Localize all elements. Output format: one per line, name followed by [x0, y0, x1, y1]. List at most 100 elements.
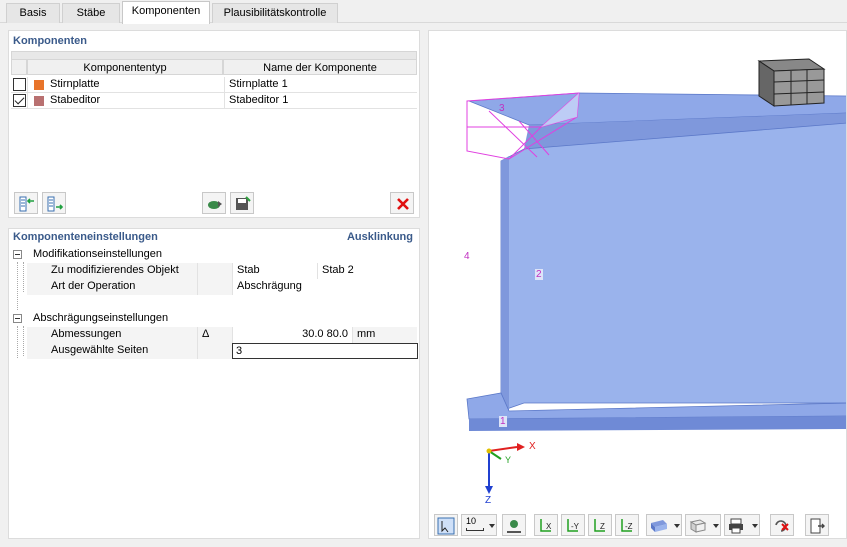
- tab-staebe[interactable]: Stäbe: [62, 3, 120, 23]
- name-cell: Stabeditor 1: [225, 93, 417, 109]
- group-label: Abschrägungseinstellungen: [33, 312, 169, 324]
- print-dropdown[interactable]: [724, 514, 760, 536]
- delete-component-button[interactable]: [390, 192, 414, 214]
- transparency-dropdown[interactable]: [685, 514, 721, 536]
- component-type: Stirnplatte: [50, 78, 100, 90]
- setting-row[interactable]: Ausgewählte Seiten 3: [27, 343, 418, 359]
- setting-row[interactable]: Abmessungen Δ 30.0 80.0 mm: [27, 327, 417, 343]
- setting-row[interactable]: Art der Operation Abschrägung: [27, 279, 417, 295]
- tab-basis[interactable]: Basis: [6, 3, 60, 23]
- member-label-2: 2: [535, 269, 543, 280]
- 3d-viewport[interactable]: 3 4 2 1 X Y Z: [428, 30, 847, 539]
- node-label-1: 1: [499, 416, 507, 427]
- web-edge: [501, 156, 509, 411]
- group-chamfer-settings[interactable]: Abschrägungseinstellungen: [9, 311, 419, 327]
- tab-label: Basis: [19, 7, 47, 19]
- move-out-icon: [47, 196, 64, 212]
- view-x-button[interactable]: X: [534, 514, 558, 536]
- collapse-icon[interactable]: [13, 250, 22, 259]
- view-minus-y-button[interactable]: -Y: [561, 514, 585, 536]
- group-modification-settings[interactable]: Modifikationseinstellungen: [9, 247, 419, 263]
- view-settings-button[interactable]: [502, 514, 526, 536]
- axis-x-label: X: [529, 441, 536, 452]
- reset-icon: [775, 520, 789, 532]
- setting-unit: mm: [352, 327, 417, 343]
- beam-model: [466, 58, 846, 494]
- setting-label: Abmessungen: [51, 328, 122, 340]
- component-checkbox[interactable]: [13, 94, 26, 107]
- chevron-down-icon: [674, 524, 680, 528]
- view-z-icon: Z: [594, 519, 605, 532]
- setting-label: Ausgewählte Seiten: [51, 344, 149, 356]
- view-minus-y-icon: -Y: [567, 519, 580, 532]
- value-cell[interactable]: Stab Stab 2: [232, 263, 417, 279]
- solid-model-icon: [651, 520, 667, 532]
- save-icon: [236, 196, 251, 210]
- view-x-icon: X: [540, 519, 552, 532]
- settings-title: Komponenteneinstellungen: [13, 231, 158, 243]
- component-color-swatch: [34, 80, 44, 90]
- component-name: Stirnplatte 1: [229, 78, 288, 90]
- setting-value[interactable]: 30.0 80.0: [232, 327, 352, 343]
- view-minus-z-icon: -Z: [621, 519, 633, 532]
- table-row[interactable]: Stirnplatte Stirnplatte 1: [11, 77, 417, 93]
- tab-label: Plausibilitätskontrolle: [223, 7, 327, 19]
- tree-line: [17, 326, 18, 358]
- move-up-button[interactable]: [14, 192, 38, 214]
- collapse-icon[interactable]: [13, 314, 22, 323]
- axis-gizmo: [485, 443, 525, 494]
- component-checkbox[interactable]: [13, 78, 26, 91]
- load-icon: [208, 201, 222, 209]
- node-label-3: 3: [499, 103, 505, 114]
- setting-value: Abschrägung: [237, 280, 302, 292]
- header-check-column: [11, 59, 27, 75]
- view-z-button[interactable]: Z: [588, 514, 612, 536]
- move-down-button[interactable]: [42, 192, 66, 214]
- tab-bar: Basis Stäbe Komponenten Plausibilitätsko…: [0, 0, 847, 24]
- symbol-cell: [197, 263, 198, 279]
- eye-icon: [507, 520, 521, 533]
- chevron-down-icon: [489, 524, 495, 528]
- tab-komponenten[interactable]: Komponenten: [122, 1, 210, 24]
- symbol-cell: [197, 343, 198, 359]
- type-cell: Stirnplatte: [27, 77, 225, 93]
- component-color-swatch: [34, 96, 44, 106]
- save-component-button[interactable]: [230, 192, 254, 214]
- zoom-level-dropdown[interactable]: 10: [461, 514, 497, 536]
- view-minus-z-button[interactable]: -Z: [615, 514, 639, 536]
- svg-text:X: X: [546, 522, 552, 531]
- table-row[interactable]: Stabeditor Stabeditor 1: [11, 93, 417, 109]
- viewport-toolbar: 10 X -Y Z -Z: [428, 512, 847, 540]
- settings-operation-type: Ausklinkung: [346, 231, 413, 243]
- exit-icon: [810, 518, 825, 534]
- wireframe-box-icon: [689, 519, 707, 533]
- components-title: Komponenten: [13, 35, 87, 47]
- view-cube-icon[interactable]: [757, 58, 826, 107]
- move-in-icon: [19, 196, 34, 212]
- selected-sides-input[interactable]: 3: [232, 343, 418, 359]
- select-mode-button[interactable]: [434, 514, 458, 536]
- setting-label: Zu modifizierendes Objekt: [51, 264, 179, 276]
- scale-icon: [466, 528, 484, 531]
- exit-view-button[interactable]: [805, 514, 829, 536]
- delete-icon: [397, 198, 409, 210]
- node-label-4: 4: [464, 251, 470, 262]
- tree-line: [23, 262, 24, 292]
- header-component-name: Name der Komponente: [223, 59, 417, 75]
- display-mode-dropdown[interactable]: [646, 514, 682, 536]
- component-type: Stabeditor: [50, 94, 101, 106]
- printer-icon: [729, 518, 743, 534]
- load-component-button[interactable]: [202, 192, 226, 214]
- chevron-down-icon: [713, 524, 719, 528]
- setting-value: Stab: [237, 264, 260, 276]
- value-cell[interactable]: Abschrägung: [232, 279, 417, 295]
- header-component-type: Komponententyp: [27, 59, 223, 75]
- table-header-spacer: [11, 51, 417, 59]
- tab-plausibilitaetskontrolle[interactable]: Plausibilitätskontrolle: [212, 3, 338, 23]
- axis-y-label: Y: [505, 455, 512, 465]
- tree-line: [17, 262, 18, 310]
- setting-row[interactable]: Zu modifizierendes Objekt Stab Stab 2: [27, 263, 417, 279]
- reset-view-button[interactable]: [770, 514, 794, 536]
- group-label: Modifikationseinstellungen: [33, 248, 163, 260]
- component-name: Stabeditor 1: [229, 94, 289, 106]
